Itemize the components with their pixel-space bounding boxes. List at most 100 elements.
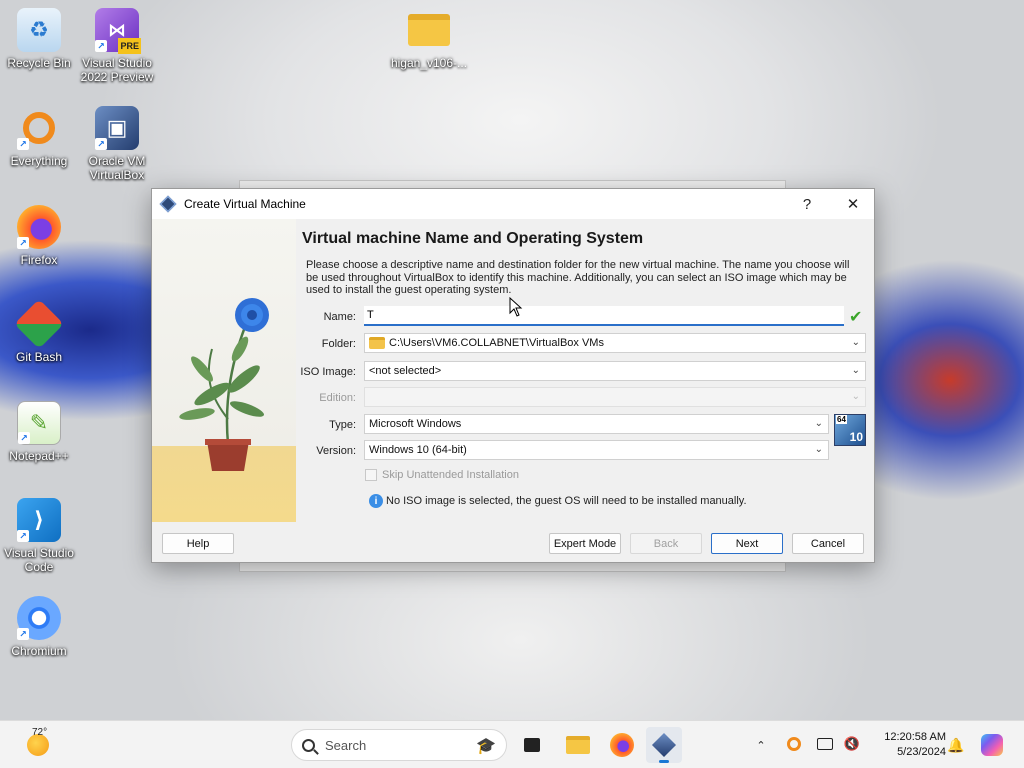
version-value: Windows 10 (64-bit) [369, 444, 467, 456]
shortcut-arrow-icon: ↗ [95, 40, 107, 52]
cancel-button[interactable]: Cancel [792, 533, 864, 554]
windows-10-64bit-icon: 64 10 [834, 414, 866, 446]
checkbox-box[interactable] [365, 469, 377, 481]
taskbar-search[interactable]: Search 🎓 [291, 729, 507, 761]
desktop-icon-chromium[interactable]: ↗ Chromium [1, 596, 77, 658]
taskbar: 72° Search 🎓 ⌃ 🔇 12:20:58 AM 5/23/2024 🔔 [0, 720, 1024, 768]
volume-muted-icon: 🔇 [843, 736, 861, 751]
folder-select[interactable]: C:\Users\VM6.COLLABNET\VirtualBox VMs ⌄ [364, 333, 866, 353]
next-button[interactable]: Next [711, 533, 783, 554]
desktop-icon-label: Visual Studio 2022 Preview [80, 56, 154, 84]
shortcut-arrow-icon: ↗ [17, 628, 29, 640]
git-bash-icon [14, 299, 64, 349]
start-button[interactable] [253, 733, 277, 757]
chevron-down-icon: ⌄ [851, 365, 860, 376]
tray-network[interactable] [815, 734, 835, 754]
desktop-icon-git-bash[interactable]: Git Bash [1, 299, 77, 364]
copilot-icon [981, 734, 1003, 756]
preview-badge: PRE [118, 38, 141, 54]
name-label: Name: [323, 311, 356, 323]
skip-unattended-checkbox[interactable]: Skip Unattended Installation [365, 469, 519, 481]
desktop-icon-visual-studio-preview[interactable]: ⋈ PRE ↗ Visual Studio 2022 Preview [79, 8, 155, 84]
edition-label: Edition: [319, 392, 356, 404]
tray-volume[interactable]: 🔇 [842, 734, 862, 754]
desktop-icon-label: Firefox [20, 253, 58, 267]
system-clock[interactable]: 12:20:58 AM 5/23/2024 [870, 730, 946, 760]
desktop-icon-virtualbox[interactable]: ▣ ↗ Oracle VM VirtualBox [79, 106, 155, 182]
iso-image-select[interactable]: <not selected> ⌄ [364, 361, 866, 381]
os-badge-bits: 64 [836, 415, 847, 424]
info-text: No ISO image is selected, the guest OS w… [386, 495, 747, 507]
search-placeholder: Search [325, 737, 367, 753]
weather-temp: 72° [32, 727, 48, 738]
taskbar-virtualbox[interactable] [646, 727, 682, 763]
dialog-title: Create Virtual Machine [184, 197, 306, 211]
folder-icon [566, 736, 590, 754]
desktop-icon-vscode[interactable]: ⟩ ↗ Visual Studio Code [1, 498, 77, 574]
taskbar-task-view[interactable] [514, 727, 550, 763]
type-label: Type: [329, 419, 356, 431]
desktop-icon-label: Visual Studio Code [4, 546, 74, 574]
notifications-button[interactable]: 🔔 [947, 735, 965, 755]
chevron-down-icon: ⌄ [814, 418, 823, 429]
valid-check-icon: ✔ [849, 309, 863, 326]
clock-time: 12:20:58 AM [884, 731, 946, 743]
desktop-icon-higan-folder[interactable]: higan_v106-... [390, 8, 468, 70]
vscode-icon: ⟩ ↗ [17, 498, 61, 542]
desktop-icon-label: Oracle VM VirtualBox [88, 154, 146, 182]
desktop-icon-label: Notepad++ [9, 449, 69, 463]
iso-value: <not selected> [369, 365, 442, 377]
desktop-icon-everything[interactable]: ↗ Everything [1, 106, 77, 168]
virtualbox-icon [159, 195, 177, 213]
version-select[interactable]: Windows 10 (64-bit) ⌄ [364, 440, 829, 460]
desktop-icon-notepadpp[interactable]: ✎ ↗ Notepad++ [1, 401, 77, 463]
page-description: Please choose a descriptive name and des… [306, 259, 850, 296]
weather-widget[interactable]: 72° [18, 727, 58, 761]
recycle-bin-icon: ♻ [17, 8, 61, 52]
copilot-button[interactable] [980, 733, 1004, 757]
folder-value: C:\Users\VM6.COLLABNET\VirtualBox VMs [389, 337, 604, 349]
os-badge-version: 10 [849, 430, 863, 444]
graduation-cap-icon: 🎓 [476, 738, 496, 755]
chevron-up-icon: ⌃ [756, 739, 766, 752]
mouse-cursor-icon [509, 297, 523, 317]
type-select[interactable]: Microsoft Windows ⌄ [364, 414, 829, 434]
chevron-down-icon: ⌄ [851, 391, 860, 402]
virtualbox-icon: ▣ ↗ [95, 106, 139, 150]
virtualbox-icon [651, 732, 677, 758]
everything-search-icon: ↗ [17, 106, 61, 150]
everything-search-icon [787, 737, 801, 751]
taskbar-firefox[interactable] [604, 727, 640, 763]
expert-mode-button[interactable]: Expert Mode [549, 533, 621, 554]
dialog-titlebar[interactable]: Create Virtual Machine ? ✕ [152, 189, 874, 219]
plant-illustration [179, 298, 269, 471]
desktop-icon-label: Chromium [11, 644, 67, 658]
context-help-button[interactable]: ? [784, 189, 830, 219]
vm-name-input[interactable] [364, 306, 844, 326]
tray-everything[interactable] [784, 734, 804, 754]
desktop-icon-firefox[interactable]: ↗ Firefox [1, 205, 77, 267]
folder-icon [369, 337, 385, 349]
iso-info-message: i No ISO image is selected, the guest OS… [369, 494, 747, 508]
chevron-down-icon: ⌄ [814, 444, 823, 455]
shortcut-arrow-icon: ↗ [18, 432, 30, 444]
taskbar-file-explorer[interactable] [560, 727, 596, 763]
network-icon [817, 738, 833, 750]
task-view-icon [524, 738, 540, 752]
help-button[interactable]: Help [162, 533, 234, 554]
edition-select[interactable]: ⌄ [364, 387, 866, 407]
wizard-illustration [152, 219, 296, 522]
create-vm-dialog: Create Virtual Machine ? ✕ Virtual machi… [151, 188, 875, 563]
desktop-icon-recycle-bin[interactable]: ♻ Recycle Bin [1, 8, 77, 70]
desktop-icon-label: Everything [10, 154, 68, 168]
chromium-icon: ↗ [17, 596, 61, 640]
desktop-icon-label: Recycle Bin [7, 56, 71, 70]
search-icon [302, 738, 315, 752]
type-value: Microsoft Windows [369, 418, 462, 430]
visual-studio-icon: ⋈ PRE ↗ [95, 8, 141, 54]
page-heading: Virtual machine Name and Operating Syste… [302, 230, 644, 247]
back-button[interactable]: Back [630, 533, 702, 554]
close-button[interactable]: ✕ [830, 189, 876, 219]
show-hidden-icons-button[interactable]: ⌃ [752, 735, 770, 755]
shortcut-arrow-icon: ↗ [17, 138, 29, 150]
